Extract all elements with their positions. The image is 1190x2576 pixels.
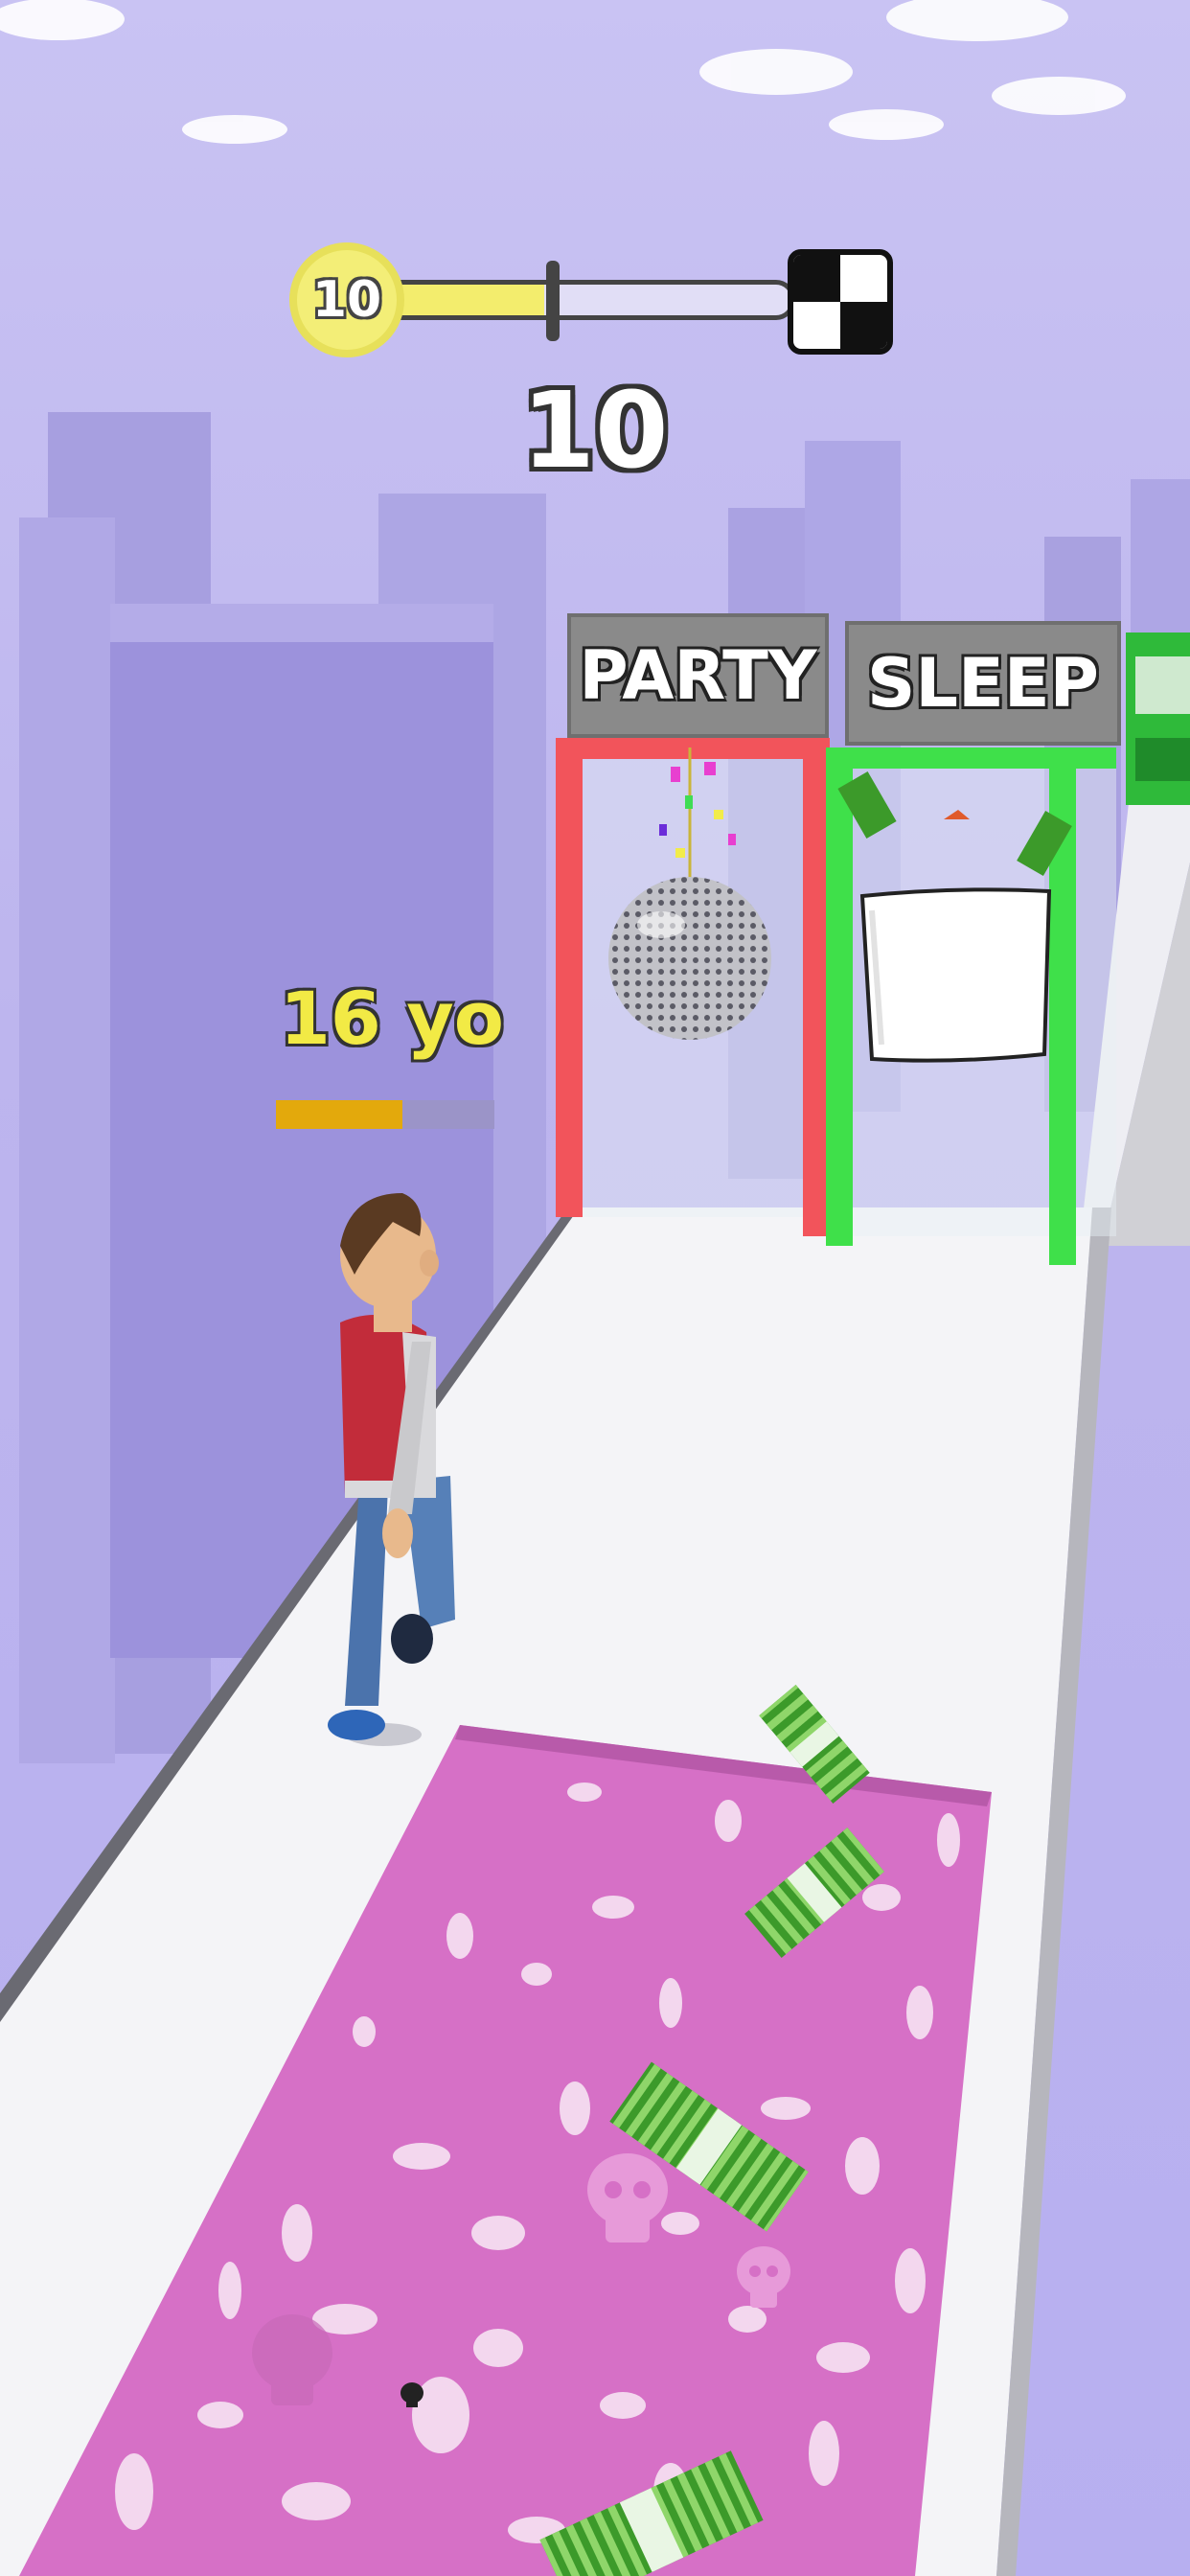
pillow-icon bbox=[859, 887, 1052, 1063]
score-counter: 10 bbox=[521, 369, 669, 492]
level-progress-fill bbox=[393, 285, 544, 315]
atm-machine bbox=[1126, 632, 1190, 805]
level-progress-marker bbox=[545, 261, 560, 341]
party-sign: PARTY bbox=[567, 613, 829, 738]
player-age-bar bbox=[276, 1100, 494, 1129]
party-gate[interactable] bbox=[556, 738, 830, 1236]
player-age-fill bbox=[276, 1100, 403, 1129]
hud: 10 10 bbox=[0, 0, 1190, 498]
level-progress-bar bbox=[393, 280, 795, 320]
current-level-badge: 10 bbox=[289, 242, 404, 357]
checkered-flag-icon bbox=[788, 249, 893, 355]
sleep-sign: SLEEP bbox=[845, 621, 1121, 746]
player-age-label: 16 yo bbox=[280, 976, 504, 1061]
